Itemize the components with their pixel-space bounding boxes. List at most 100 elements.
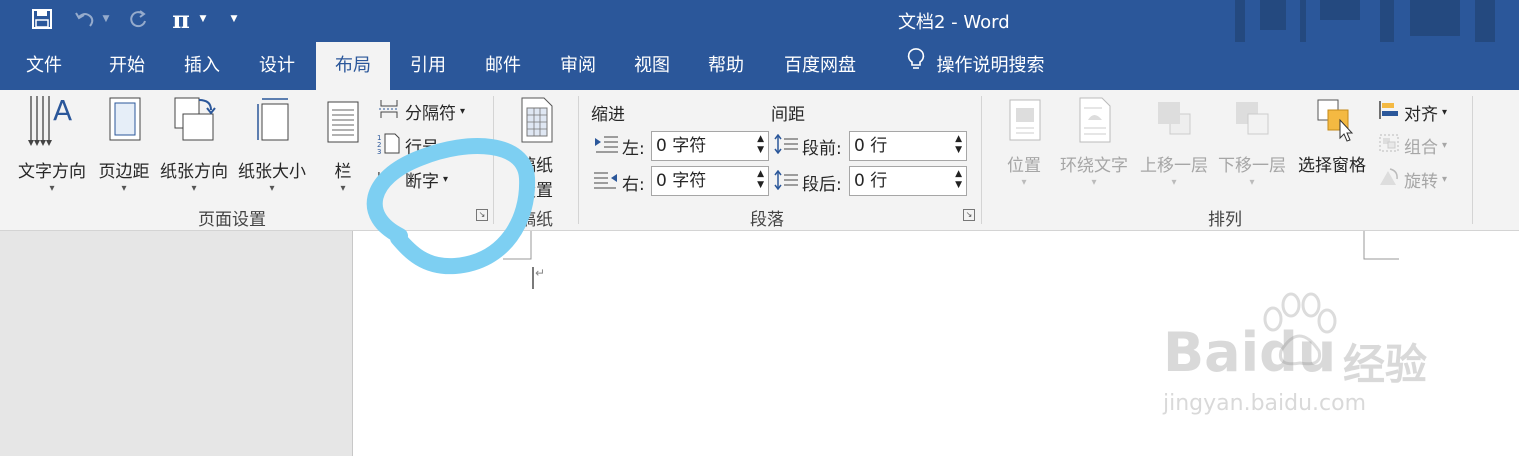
wrap-text-icon	[1056, 94, 1132, 151]
send-backward-icon	[1214, 94, 1290, 151]
page-setup-group-label: 页面设置	[198, 210, 266, 230]
hyphenation-button[interactable]: b 断字 ▾	[377, 166, 448, 193]
equation-dropdown-icon[interactable]: ▼	[196, 6, 210, 32]
indent-right-label: 右:	[622, 175, 645, 195]
line-numbers-button[interactable]: 123 行号	[377, 132, 439, 159]
tab-mailings[interactable]: 邮件	[467, 42, 539, 90]
svg-text:↵: ↵	[535, 266, 545, 280]
paragraph-dialog-launcher-icon[interactable]: ↘	[963, 209, 975, 221]
chevron-down-icon: ▾	[191, 183, 197, 194]
text-direction-icon: A	[12, 94, 92, 157]
ribbon-tab-bar: 文件 开始 插入 设计 布局 引用 邮件 审阅 视图 帮助 百度网盘 操作说明搜…	[0, 42, 1519, 90]
columns-button[interactable]: 栏 ▾	[322, 94, 364, 196]
text-direction-label: 文字方向	[18, 162, 86, 182]
position-label: 位置	[1007, 156, 1041, 176]
wrap-text-button[interactable]: 环绕文字 ▾	[1056, 94, 1132, 190]
tell-me-label: 操作说明搜索	[936, 55, 1045, 76]
spacing-before-label: 段前:	[802, 139, 842, 159]
margins-button[interactable]: 页边距 ▾	[94, 94, 154, 196]
tab-help[interactable]: 帮助	[690, 42, 762, 90]
position-button[interactable]: 位置 ▾	[998, 94, 1050, 190]
document-page[interactable]: ↵ Baidu 经验 jingyan.baidu.com	[352, 231, 1519, 456]
spacing-before-row: 段前:	[774, 133, 842, 159]
svg-text:3: 3	[377, 148, 381, 154]
tab-review[interactable]: 审阅	[542, 42, 614, 90]
wrap-text-label: 环绕文字	[1060, 156, 1128, 176]
tab-layout[interactable]: 布局	[316, 42, 390, 90]
spacing-after-label: 段后:	[802, 175, 842, 195]
size-label: 纸张大小	[238, 162, 306, 182]
group-divider	[578, 96, 579, 224]
manuscript-label-line1: 稿纸	[519, 156, 553, 176]
chevron-down-icon: ▾	[1442, 107, 1448, 118]
bring-forward-button[interactable]: 上移一层 ▾	[1136, 94, 1212, 190]
hyphenation-label: 断字	[405, 172, 439, 192]
ribbon-layout: A 文字方向 ▾ 页边距 ▾ 纸张方向 ▾ 纸张大小 ▾ 栏 ▾ 分隔符 ▾ 1…	[0, 90, 1519, 231]
document-title: 文档2 - Word	[898, 12, 1010, 33]
chevron-down-icon: ▾	[1442, 140, 1448, 151]
indent-left-field[interactable]: 0 字符 ▲ ▼	[651, 131, 769, 161]
send-backward-button[interactable]: 下移一层 ▾	[1214, 94, 1290, 190]
hyphenation-icon: b	[377, 166, 401, 193]
selection-pane-button[interactable]: 选择窗格	[1294, 94, 1370, 176]
margins-label: 页边距	[98, 162, 150, 182]
orientation-button[interactable]: 纸张方向 ▾	[156, 94, 232, 196]
indent-left-icon	[594, 135, 618, 158]
group-objects-button[interactable]: 组合 ▾	[1378, 133, 1447, 158]
page-setup-dialog-launcher-icon[interactable]: ↘	[476, 209, 488, 221]
lightbulb-icon	[907, 42, 925, 90]
chevron-down-icon: ▾	[121, 183, 127, 194]
redo-icon[interactable]	[126, 6, 150, 32]
undo-dropdown-icon[interactable]: ▼	[100, 6, 112, 32]
selection-pane-label: 选择窗格	[1298, 156, 1366, 176]
equation-icon[interactable]: π	[168, 5, 194, 34]
tell-me-search[interactable]: 操作说明搜索	[893, 42, 1058, 90]
align-button[interactable]: 对齐 ▾	[1378, 100, 1447, 125]
watermark-url: jingyan.baidu.com	[1163, 391, 1367, 416]
tab-baidu-netdisk[interactable]: 百度网盘	[774, 42, 866, 90]
title-bar: ▼ π ▼ ▼ 文档2 - Word	[0, 0, 1519, 42]
undo-icon[interactable]	[72, 6, 98, 32]
chevron-down-icon: ▾	[1249, 177, 1255, 188]
spacing-before-field[interactable]: 0 行 ▲ ▼	[849, 131, 967, 161]
tab-design[interactable]: 设计	[241, 42, 313, 90]
spacing-after-field[interactable]: 0 行 ▲ ▼	[849, 166, 967, 196]
spinner-arrows-icon[interactable]: ▲ ▼	[757, 169, 764, 191]
manuscript-grid-icon	[506, 94, 566, 151]
tab-file[interactable]: 文件	[8, 42, 80, 90]
margins-icon	[94, 94, 154, 157]
chevron-down-icon: ▾	[1442, 174, 1448, 185]
indent-right-icon	[594, 171, 618, 194]
tab-insert[interactable]: 插入	[166, 42, 238, 90]
text-direction-button[interactable]: A 文字方向 ▾	[12, 94, 92, 196]
manuscript-settings-button[interactable]: 稿纸 设置	[506, 94, 566, 201]
tab-references[interactable]: 引用	[392, 42, 464, 90]
manuscript-label-line2: 设置	[519, 181, 553, 201]
save-icon[interactable]	[30, 6, 54, 32]
indent-right-field[interactable]: 0 字符 ▲ ▼	[651, 166, 769, 196]
spinner-arrows-icon[interactable]: ▲ ▼	[955, 134, 962, 156]
rotate-button[interactable]: 旋转 ▾	[1378, 167, 1447, 192]
customize-quick-access-icon[interactable]: ▼	[226, 6, 242, 32]
group-objects-icon	[1378, 133, 1400, 158]
chevron-down-icon: ▾	[340, 183, 346, 194]
rotate-icon	[1378, 167, 1400, 192]
spinner-arrows-icon[interactable]: ▲ ▼	[757, 134, 764, 156]
spacing-after-row: 段后:	[774, 169, 842, 195]
tab-view[interactable]: 视图	[616, 42, 688, 90]
breaks-button[interactable]: 分隔符 ▾	[377, 98, 465, 125]
size-button[interactable]: 纸张大小 ▾	[234, 94, 310, 196]
send-backward-label: 下移一层	[1218, 156, 1286, 176]
spacing-before-icon	[774, 133, 798, 159]
spacing-before-value: 0 行	[854, 136, 888, 156]
chevron-down-icon: ▾	[1091, 177, 1097, 188]
bring-forward-icon	[1136, 94, 1212, 151]
selection-pane-icon	[1294, 94, 1370, 151]
bring-forward-label: 上移一层	[1140, 156, 1208, 176]
tab-home[interactable]: 开始	[91, 42, 163, 90]
group-objects-label: 组合	[1404, 138, 1438, 158]
decorative-stripe	[1410, 0, 1460, 36]
paragraph-group-label: 段落	[750, 210, 784, 230]
columns-label: 栏	[334, 162, 352, 182]
spinner-arrows-icon[interactable]: ▲ ▼	[955, 169, 962, 191]
